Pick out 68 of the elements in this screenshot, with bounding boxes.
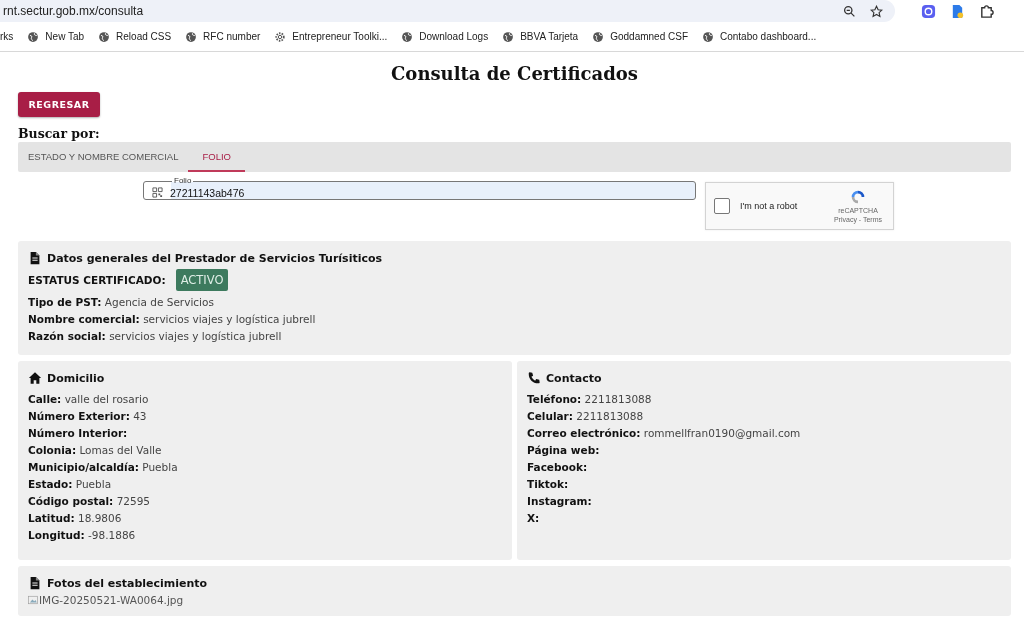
globe-icon	[185, 30, 198, 43]
tab[interactable]: ESTADO Y NOMBRE COMERCIAL	[18, 142, 189, 172]
globe-icon	[98, 30, 111, 43]
field-line: Número Exterior: 43	[28, 409, 148, 424]
bookmark-item[interactable]: Contabo dashboard...	[702, 30, 817, 43]
extension-icon[interactable]	[921, 3, 936, 19]
folio-field[interactable]: Folio 27211143ab476	[143, 176, 696, 200]
bookmark-item[interactable]: New Tab	[27, 30, 85, 43]
field-line: Código postal: 72595	[28, 494, 152, 509]
qr-code-icon	[152, 187, 163, 198]
globe-icon	[702, 30, 714, 43]
field-line: Correo electrónico: rommellfran0190@gmail.com	[527, 426, 802, 441]
star-icon[interactable]	[870, 4, 883, 18]
bookmark-item[interactable]: rks	[0, 31, 14, 42]
bookmark-item[interactable]: BBVA Tarjeta	[502, 30, 579, 43]
folio-value: 27211143ab476	[170, 186, 245, 199]
field-line: Tipo de PST: Agencia de Servicios	[28, 295, 215, 310]
field-line: Tiktok:	[527, 477, 570, 492]
bookmark-item[interactable]: Entrepreneur Toolki...	[274, 30, 388, 43]
field-line: X:	[527, 511, 541, 526]
field-line: Nombre comercial: servicios viajes y logística jubrell	[28, 312, 317, 327]
captcha-label: I'm not a robot	[740, 201, 799, 211]
bookmark-item[interactable]: RFC number	[185, 30, 261, 43]
gear-icon	[274, 30, 287, 43]
field-line: Razón social: servicios viajes y logística jubrell	[28, 329, 283, 344]
card-title: Datos generales del Prestador de Servicios Turísiticos	[47, 251, 383, 265]
field-line: Municipio/alcaldía: Puebla	[28, 460, 179, 475]
back-button[interactable]: REGRESAR	[18, 92, 100, 117]
field-line: Calle: valle del rosario	[28, 392, 150, 407]
field-line: Estado: Puebla	[28, 477, 113, 492]
tab[interactable]: FOLIO	[188, 142, 245, 172]
field-line: Página web:	[527, 443, 601, 458]
globe-icon	[592, 30, 605, 43]
url-text: rnt.sectur.gob.mx/consulta	[3, 4, 145, 18]
status-label: ESTATUS CERTIFICADO:	[28, 274, 166, 286]
globe-icon	[401, 30, 414, 43]
card-title: Domicilio	[47, 371, 105, 385]
status-badge: ACTIVO	[175, 269, 229, 291]
card-title: Contacto	[546, 371, 602, 385]
page-title: Consulta de Certificados	[390, 62, 639, 86]
field-line: Facebook:	[527, 460, 589, 475]
globe-icon	[502, 30, 515, 43]
field-line: Instagram:	[527, 494, 593, 509]
document-icon	[28, 251, 42, 265]
card-title: Fotos del establecimiento	[47, 576, 208, 590]
document-icon	[28, 576, 42, 590]
home-icon	[28, 371, 42, 385]
field-line: Colonia: Lomas del Valle	[28, 443, 163, 458]
field-line: Longitud: -98.1886	[28, 528, 137, 543]
field-label: Folio	[173, 176, 193, 186]
puzzle-icon[interactable]	[979, 3, 994, 19]
extension-icon[interactable]	[950, 3, 965, 19]
field-line: Celular: 2211813088	[527, 409, 645, 424]
refresh-arrows-icon	[849, 188, 867, 206]
broken-image-icon	[28, 595, 38, 605]
field-line: Número Interior:	[28, 426, 129, 441]
image-alt-text: IMG-20250521-WA0064.jpg	[39, 594, 184, 606]
zoom-icon[interactable]	[843, 4, 856, 18]
globe-icon	[27, 30, 40, 43]
field-line: Teléfono: 2211813088	[527, 392, 653, 407]
phone-icon	[527, 371, 541, 385]
bookmark-item[interactable]: Reload CSS	[98, 30, 172, 43]
bookmark-item[interactable]: Goddamned CSF	[592, 30, 688, 43]
field-line: Latitud: 18.9806	[28, 511, 123, 526]
search-by-label: Buscar por:	[18, 126, 101, 141]
captcha-checkbox[interactable]	[714, 198, 730, 214]
bookmark-item[interactable]: Download Logs	[401, 30, 489, 43]
address-bar[interactable]: rnt.sectur.gob.mx/consulta	[0, 0, 895, 22]
